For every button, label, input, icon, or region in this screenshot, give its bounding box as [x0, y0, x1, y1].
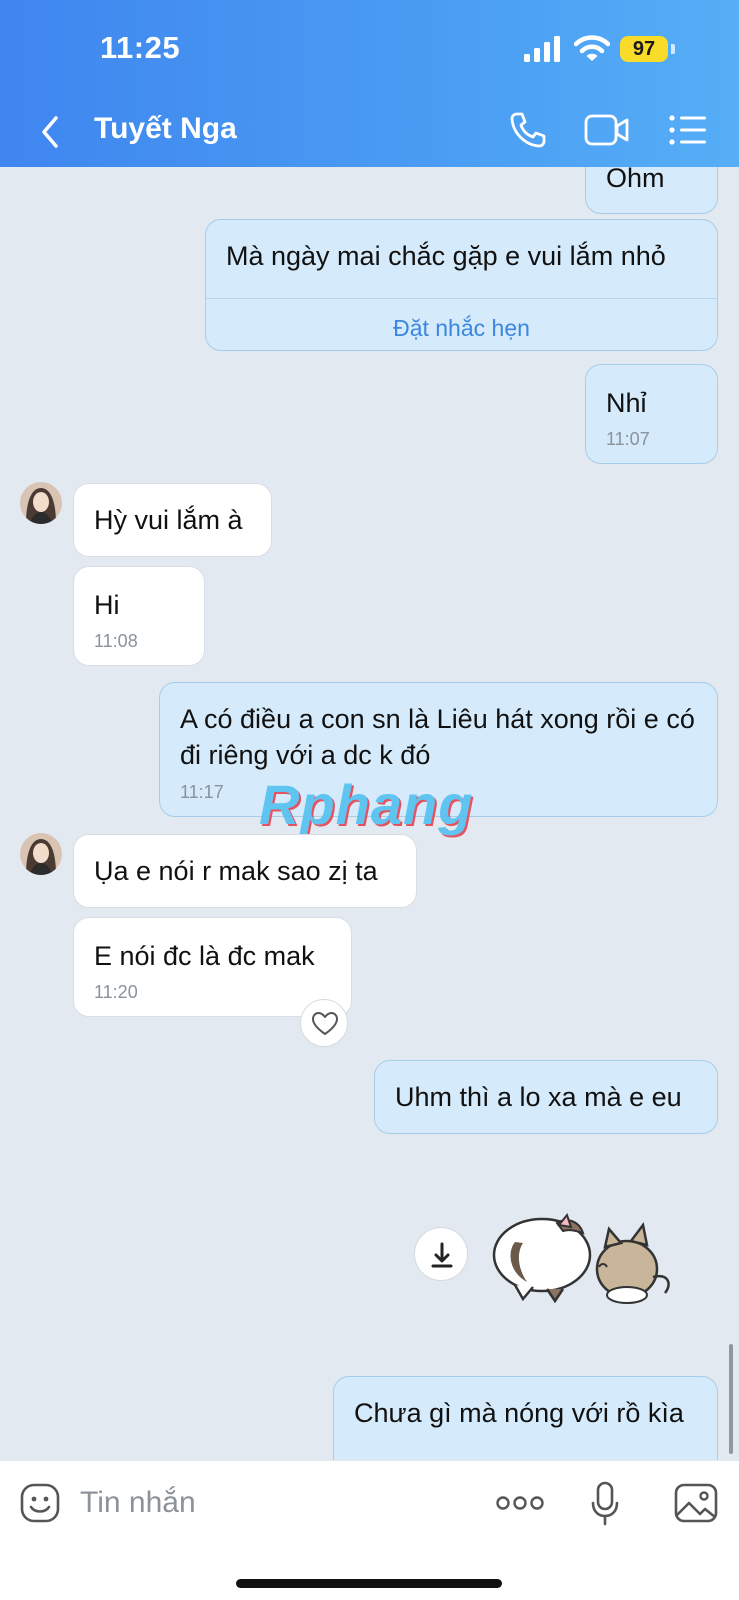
message-received[interactable]: Hi 11:08 — [73, 566, 205, 666]
battery-tip — [671, 44, 675, 54]
message-text: Mà ngày mai chắc gặp e vui lắm nhỏ — [226, 241, 666, 271]
message-text: Ụa e nói r mak sao zị ta — [94, 856, 378, 886]
divider — [206, 298, 717, 299]
chat-header: 11:25 97 Tuyết Nga — [0, 0, 739, 167]
message-input[interactable] — [80, 1479, 460, 1527]
message-sent[interactable]: Uhm thì a lo xa mà e eu — [374, 1060, 718, 1134]
contact-avatar[interactable] — [20, 833, 62, 875]
message-text: Chưa gì mà nóng với rồ kìa — [354, 1398, 684, 1428]
menu-list-icon[interactable] — [668, 114, 708, 146]
more-options-icon[interactable] — [496, 1493, 544, 1513]
home-indicator[interactable] — [236, 1579, 502, 1588]
contact-name[interactable]: Tuyết Nga — [94, 112, 237, 146]
chat-scrollbar[interactable] — [729, 1344, 733, 1454]
download-sticker-button[interactable] — [414, 1227, 468, 1281]
message-text: E nói đc là đc mak — [94, 941, 315, 971]
video-call-icon[interactable] — [584, 112, 630, 148]
message-sent[interactable]: Mà ngày mai chắc gặp e vui lắm nhỏ Đặt n… — [205, 219, 718, 351]
chat-messages[interactable]: Ohm Mà ngày mai chắc gặp e vui lắm nhỏ Đ… — [0, 167, 739, 1460]
message-composer — [0, 1460, 739, 1600]
status-time: 11:25 — [100, 30, 181, 65]
react-heart-button[interactable] — [300, 999, 348, 1047]
battery-indicator: 97 — [620, 36, 668, 62]
emoji-sticker-icon[interactable] — [20, 1483, 60, 1523]
avatar-image — [20, 482, 62, 524]
message-sent[interactable]: Ohm — [585, 167, 718, 214]
set-reminder-link[interactable]: Đặt nhắc hẹn — [206, 310, 717, 346]
message-time: 11:08 — [94, 631, 138, 651]
message-text: Hi — [94, 590, 120, 620]
message-text: Uhm thì a lo xa mà e eu — [395, 1082, 682, 1112]
heart-icon — [312, 1012, 338, 1035]
image-gallery-icon[interactable] — [674, 1483, 718, 1523]
message-text: Ohm — [606, 167, 665, 193]
message-text: Nhỉ — [606, 388, 647, 418]
message-sent[interactable]: Chưa gì mà nóng với rồ kìa — [333, 1376, 718, 1460]
message-received[interactable]: Ụa e nói r mak sao zị ta — [73, 834, 417, 908]
download-icon — [431, 1242, 453, 1268]
message-time: 11:07 — [606, 429, 650, 449]
contact-avatar[interactable] — [20, 482, 62, 524]
message-text: Hỳ vui lắm à — [94, 505, 243, 535]
microphone-icon[interactable] — [590, 1481, 620, 1527]
cat-kiss-sticker[interactable] — [487, 1207, 677, 1307]
watermark-logo: Rphang — [259, 773, 474, 836]
message-received[interactable]: Hỳ vui lắm à — [73, 483, 272, 557]
wifi-icon — [574, 35, 610, 61]
phone-call-icon[interactable] — [508, 110, 548, 150]
message-time: 11:20 — [94, 982, 138, 1002]
message-text: A có điều a con sn là Liêu hát xong rồi … — [180, 704, 695, 770]
avatar-image — [20, 833, 62, 875]
message-sent[interactable]: Nhỉ 11:07 — [585, 364, 718, 464]
signal-icon — [524, 36, 560, 62]
message-time: 11:17 — [180, 782, 224, 802]
back-arrow-icon[interactable] — [36, 112, 64, 152]
